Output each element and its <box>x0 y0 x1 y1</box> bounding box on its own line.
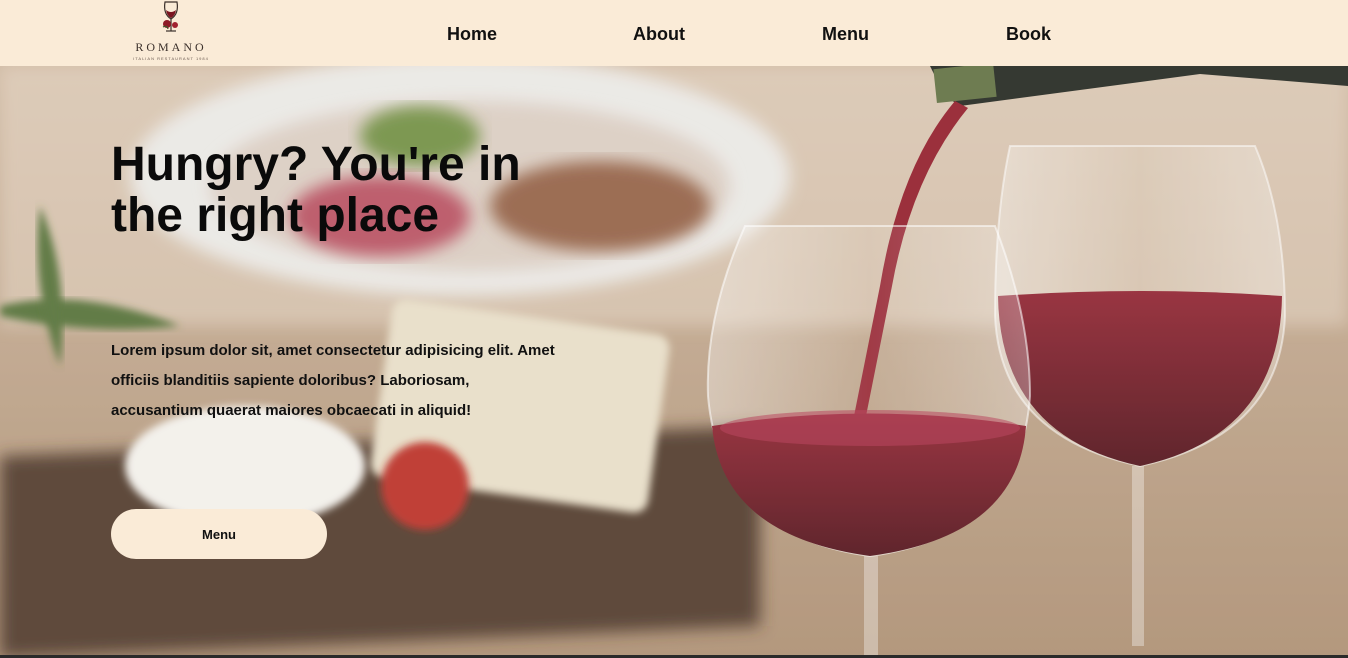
hero-section: Hungry? You're in the right place Lorem … <box>0 66 1348 658</box>
hero-title: Hungry? You're in the right place <box>111 138 521 242</box>
nav-about-link[interactable]: About <box>633 24 685 45</box>
nav-book-link[interactable]: Book <box>1006 24 1051 45</box>
brand-tagline: ITALIAN RESTAURANT 1984 <box>133 56 209 61</box>
brand-name: ROMANO <box>135 40 207 54</box>
nav-menu-link[interactable]: Menu <box>822 24 869 45</box>
wine-glass-logo-icon <box>162 1 178 32</box>
brand-logo[interactable]: ROMANO ITALIAN RESTAURANT 1984 <box>124 0 218 66</box>
hero-description: Lorem ipsum dolor sit, amet consectetur … <box>111 342 555 419</box>
hero-menu-button[interactable]: Menu <box>111 509 327 559</box>
navbar: ROMANO ITALIAN RESTAURANT 1984 Home Abou… <box>0 0 1348 66</box>
nav-home-link[interactable]: Home <box>447 24 497 45</box>
